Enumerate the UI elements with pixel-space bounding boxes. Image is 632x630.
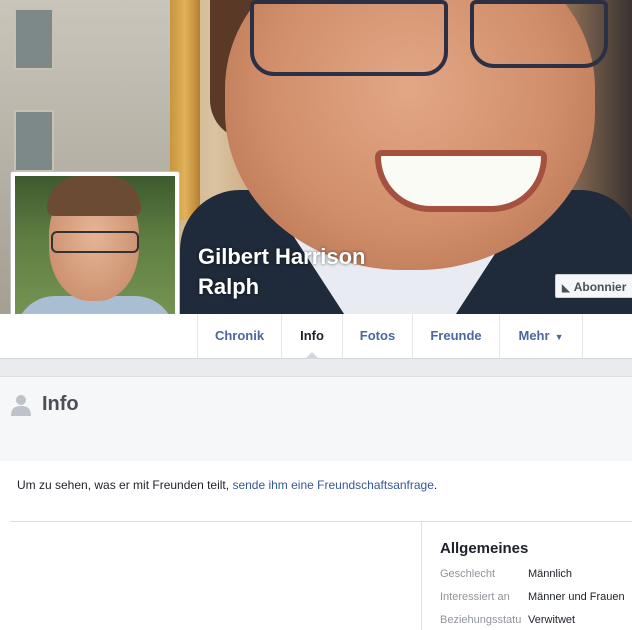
tab-fotos[interactable]: Fotos (342, 314, 412, 358)
cover-glasses (470, 0, 608, 68)
tab-freunde[interactable]: Freunde (412, 314, 499, 358)
tab-label: Fotos (359, 328, 396, 343)
info-key: Interessiert an (440, 591, 510, 603)
subscribe-button[interactable]: ◣ Abonnier (555, 274, 632, 298)
cover-glasses (250, 0, 448, 76)
cover-window (14, 110, 54, 172)
cover-window (14, 8, 54, 70)
section-title: Info (42, 393, 79, 415)
divider (10, 521, 632, 522)
friend-request-link[interactable]: sende ihm eine Freundschaftsanfrage (232, 478, 433, 492)
notice-text: Um zu sehen, was er mit Freunden teilt, (17, 478, 230, 492)
caret-down-icon: ▼ (554, 332, 564, 342)
rss-icon: ◣ (562, 283, 570, 294)
profile-nav: Chronik Info Fotos Freunde Mehr ▼ (0, 314, 632, 359)
column-divider (421, 521, 422, 630)
tab-chronik[interactable]: Chronik (197, 314, 281, 358)
profile-photo (15, 176, 175, 336)
profile-name-line2: Ralph (198, 274, 260, 299)
tab-label: Chronik (214, 328, 265, 343)
general-title: Allgemeines (440, 540, 529, 557)
info-key: Beziehungsstatu (440, 614, 522, 626)
photo-hair (47, 176, 141, 216)
profile-name[interactable]: Gilbert Harrison Ralph (198, 242, 365, 302)
info-key: Geschlecht (440, 568, 496, 580)
tab-label: Freunde (430, 328, 482, 343)
tab-mehr[interactable]: Mehr ▼ (499, 314, 583, 358)
subscribe-label: Abonnier (573, 280, 627, 294)
tab-label: Info (300, 328, 324, 343)
user-silhouette-icon (11, 395, 31, 416)
profile-name-line1: Gilbert Harrison (198, 244, 366, 269)
info-content: Um zu sehen, was er mit Freunden teilt, … (0, 461, 632, 630)
info-value: Verwitwet (528, 614, 576, 626)
cover-smile (375, 150, 547, 212)
photo-glasses (51, 231, 139, 253)
notice-suffix: . (433, 478, 438, 492)
tab-info[interactable]: Info (281, 314, 342, 358)
info-section-header: Info (0, 376, 632, 462)
tab-label: Mehr (518, 328, 550, 343)
info-value: Männer und Frauen (528, 591, 625, 603)
info-value: Männlich (528, 568, 573, 580)
friend-request-notice: Um zu sehen, was er mit Freunden teilt, … (17, 478, 437, 492)
